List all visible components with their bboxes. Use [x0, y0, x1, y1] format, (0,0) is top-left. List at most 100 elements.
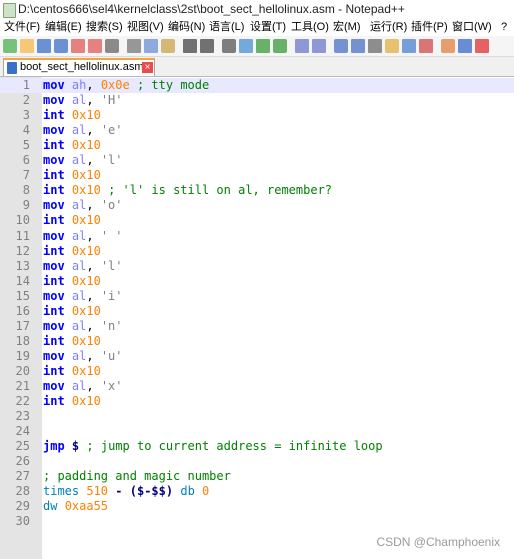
code-line[interactable]: 14 int 0x10: [0, 274, 514, 289]
word-wrap-icon[interactable]: [334, 39, 348, 53]
menu-item-6[interactable]: 设置(T): [250, 19, 286, 36]
code-text: mov al, 'e': [43, 123, 123, 138]
cut-icon[interactable]: [127, 39, 141, 53]
code-line[interactable]: 12 int 0x10: [0, 244, 514, 259]
zoom-in-icon[interactable]: [256, 39, 270, 53]
code-line[interactable]: 22 int 0x10: [0, 394, 514, 409]
line-number: 17: [15, 318, 30, 333]
show-all-chars-icon[interactable]: [351, 39, 365, 53]
save-icon[interactable]: [37, 39, 51, 53]
code-line[interactable]: 1 mov ah, 0x0e ; tty mode: [0, 78, 514, 93]
code-line[interactable]: 5 int 0x10: [0, 138, 514, 153]
undo-icon[interactable]: [183, 39, 197, 53]
menu-item-5[interactable]: 语言(L): [209, 19, 244, 36]
code-text: mov al, 'x': [43, 379, 123, 394]
replace-icon[interactable]: [239, 39, 253, 53]
code-line[interactable]: 16 int 0x10: [0, 304, 514, 319]
define-lang-icon[interactable]: [385, 39, 399, 53]
menu-item-3[interactable]: 视图(V): [127, 19, 164, 36]
folder-workspace-icon[interactable]: [441, 39, 455, 53]
monitor-icon[interactable]: [458, 39, 472, 53]
token-str: 'l': [100, 153, 123, 168]
menu-item-11[interactable]: 窗口(W): [452, 19, 492, 36]
code-line[interactable]: 15 mov al, 'i': [0, 289, 514, 304]
token-reg: al: [71, 288, 87, 303]
editor[interactable]: 1 mov ah, 0x0e ; tty mode 2 mov al, 'H' 3 int…: [0, 77, 514, 559]
token-op: -: [115, 484, 123, 499]
indent-guide-icon[interactable]: [368, 39, 382, 53]
menu-item-2[interactable]: 搜索(S): [86, 19, 123, 36]
code-line[interactable]: 9 mov al, 'o': [0, 198, 514, 213]
code-line[interactable]: 30: [0, 514, 514, 529]
code-line[interactable]: 8 int 0x10 ; 'l' is still on al, remember…: [0, 183, 514, 198]
token-kw: mov: [43, 258, 65, 273]
code-line[interactable]: 11 mov al, ' ': [0, 229, 514, 244]
save-all-icon[interactable]: [54, 39, 68, 53]
code-line[interactable]: 26: [0, 454, 514, 469]
code-line[interactable]: 29 dw 0xaa55: [0, 499, 514, 514]
close-all-icon[interactable]: [88, 39, 102, 53]
menu-item-8[interactable]: 宏(M): [333, 19, 361, 36]
open-file-icon[interactable]: [20, 39, 34, 53]
token-kw: int: [43, 243, 65, 258]
copy-icon[interactable]: [144, 39, 158, 53]
record-macro-icon[interactable]: [475, 39, 489, 53]
close-icon[interactable]: [71, 39, 85, 53]
code-line[interactable]: 23: [0, 409, 514, 424]
code-line[interactable]: 21 mov al, 'x': [0, 379, 514, 394]
menu-item-1[interactable]: 编辑(E): [45, 19, 82, 36]
code-line[interactable]: 24: [0, 424, 514, 439]
code-line[interactable]: 7 int 0x10: [0, 168, 514, 183]
code-line[interactable]: 2 mov al, 'H': [0, 93, 514, 108]
doc-map-icon[interactable]: [402, 39, 416, 53]
function-list-icon[interactable]: [419, 39, 433, 53]
sync-v-icon[interactable]: [295, 39, 309, 53]
find-icon[interactable]: [222, 39, 236, 53]
token-str: 'u': [100, 348, 123, 363]
code-line[interactable]: 20 int 0x10: [0, 364, 514, 379]
sync-h-icon[interactable]: [312, 39, 326, 53]
code-line[interactable]: 3 int 0x10: [0, 108, 514, 123]
code-line[interactable]: 10 int 0x10: [0, 213, 514, 228]
line-number: 19: [15, 348, 30, 363]
line-number: 11: [15, 228, 30, 243]
token-plain: ,: [86, 348, 101, 363]
code-line[interactable]: 6 mov al, 'l': [0, 153, 514, 168]
line-number: 25: [15, 439, 30, 454]
new-file-icon[interactable]: [3, 39, 17, 53]
watermark: CSDN @Champhoenix: [376, 535, 500, 549]
close-tab-icon[interactable]: ×: [142, 62, 153, 73]
token-plain: ,: [86, 379, 101, 393]
zoom-out-icon[interactable]: [273, 39, 287, 53]
print-icon[interactable]: [105, 39, 119, 53]
code-line[interactable]: 28 times 510 - ($-$$) db 0: [0, 484, 514, 499]
code-line[interactable]: 27 ; padding and magic number: [0, 469, 514, 484]
code-line[interactable]: 13 mov al, 'l': [0, 259, 514, 274]
menu-item-0[interactable]: 文件(F): [4, 19, 40, 36]
code-line[interactable]: 25 jmp $ ; jump to current address = infi…: [0, 439, 514, 454]
menu-item-4[interactable]: 编码(N): [168, 19, 205, 36]
token-str: 'e': [100, 123, 123, 138]
code-line[interactable]: 4 mov al, 'e': [0, 123, 514, 138]
menu-item-7[interactable]: 工具(O): [291, 19, 329, 36]
redo-icon[interactable]: [200, 39, 214, 53]
menu-item-10[interactable]: 插件(P): [411, 19, 448, 36]
token-cmt: ; 'l' is still on al, remember?: [108, 183, 333, 198]
paste-icon[interactable]: [161, 39, 175, 53]
code-line[interactable]: 17 mov al, 'n': [0, 319, 514, 334]
token-kw: mov: [43, 379, 65, 393]
token-plain: ,: [86, 288, 101, 303]
token-num: 0x10: [71, 138, 101, 153]
tab-boot-sect-hellolinux[interactable]: boot_sect_hellolinux.asm ×: [3, 58, 155, 76]
code-line[interactable]: 19 mov al, 'u': [0, 349, 514, 364]
code-line[interactable]: 18 int 0x10: [0, 334, 514, 349]
token-reg: al: [71, 228, 87, 243]
tab-label: boot_sect_hellolinux.asm: [20, 61, 144, 73]
menu-item-12[interactable]: ?: [501, 19, 507, 36]
token-reg: al: [71, 123, 87, 138]
menu-item-9[interactable]: 运行(R): [370, 19, 407, 36]
